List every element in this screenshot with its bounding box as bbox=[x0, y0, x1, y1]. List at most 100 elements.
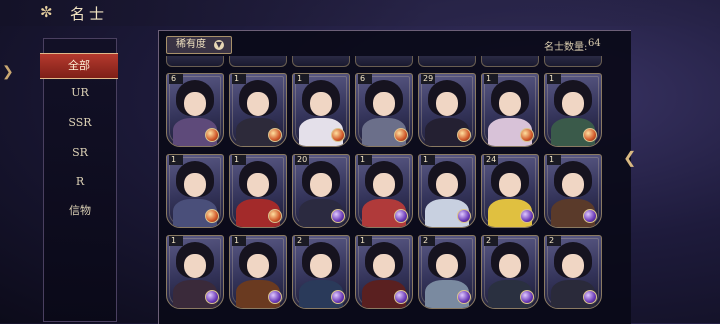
element-orb-icon bbox=[520, 209, 534, 223]
portrait-face bbox=[562, 92, 584, 116]
card-partial bbox=[418, 56, 476, 67]
element-orb-icon bbox=[394, 290, 408, 304]
rarity-filter-dropdown[interactable]: 稀有度 ▼ bbox=[166, 36, 232, 54]
portrait-face bbox=[436, 254, 458, 278]
card-partial bbox=[229, 56, 287, 67]
portrait-face bbox=[184, 254, 206, 278]
portrait-face bbox=[247, 173, 269, 197]
chevron-down-icon: ▼ bbox=[214, 40, 224, 50]
character-card[interactable]: 2 bbox=[544, 235, 602, 309]
count-value: 64 bbox=[588, 38, 601, 49]
portrait-face bbox=[184, 173, 206, 197]
card-level: 1 bbox=[421, 155, 435, 165]
portrait-face bbox=[562, 173, 584, 197]
portrait-face bbox=[562, 254, 584, 278]
card-level: 1 bbox=[232, 74, 246, 84]
character-card[interactable]: 29 bbox=[418, 73, 476, 147]
element-orb-icon bbox=[520, 128, 534, 142]
card-level: 1 bbox=[358, 236, 372, 246]
card-level: 29 bbox=[421, 74, 436, 84]
character-card[interactable]: 2 bbox=[418, 235, 476, 309]
element-orb-icon bbox=[268, 290, 282, 304]
character-card[interactable]: 1 bbox=[355, 235, 413, 309]
character-card[interactable]: 1 bbox=[418, 154, 476, 228]
portrait-face bbox=[247, 92, 269, 116]
card-level: 1 bbox=[169, 236, 183, 246]
character-card[interactable]: 1 bbox=[229, 154, 287, 228]
character-card[interactable]: 1 bbox=[229, 73, 287, 147]
portrait-face bbox=[310, 173, 332, 197]
card-level: 1 bbox=[547, 155, 561, 165]
page-title: 名士 bbox=[70, 5, 109, 23]
element-orb-icon bbox=[331, 290, 345, 304]
count-label: 名士数量: bbox=[544, 42, 588, 53]
element-orb-icon bbox=[268, 128, 282, 142]
element-orb-icon bbox=[205, 290, 219, 304]
element-orb-icon bbox=[268, 209, 282, 223]
filter-label: 稀有度 bbox=[176, 39, 206, 50]
card-level: 2 bbox=[547, 236, 561, 246]
portrait-face bbox=[499, 92, 521, 116]
element-orb-icon bbox=[583, 128, 597, 142]
menu-item-ur[interactable]: UR bbox=[44, 81, 116, 105]
card-level: 1 bbox=[358, 155, 372, 165]
swirl-cloud-icon[interactable]: ✼ bbox=[40, 4, 62, 20]
portrait-face bbox=[247, 254, 269, 278]
character-card[interactable]: 1 bbox=[292, 73, 350, 147]
portrait-face bbox=[499, 254, 521, 278]
portrait-face bbox=[499, 173, 521, 197]
character-card[interactable]: 1 bbox=[229, 235, 287, 309]
menu-item-sr[interactable]: SR bbox=[44, 141, 116, 165]
card-level: 6 bbox=[358, 74, 372, 84]
character-card[interactable]: 20 bbox=[292, 154, 350, 228]
card-level: 2 bbox=[484, 236, 498, 246]
portrait-face bbox=[373, 92, 395, 116]
portrait-face bbox=[184, 92, 206, 116]
portrait-face bbox=[373, 173, 395, 197]
element-orb-icon bbox=[583, 209, 597, 223]
portrait-face bbox=[436, 173, 458, 197]
element-orb-icon bbox=[205, 128, 219, 142]
character-card[interactable]: 6 bbox=[355, 73, 413, 147]
character-card[interactable]: 1 bbox=[544, 154, 602, 228]
collapse-arrow-icon[interactable]: ❮ bbox=[623, 138, 636, 178]
character-card[interactable]: 1 bbox=[481, 73, 539, 147]
card-level: 1 bbox=[484, 74, 498, 84]
menu-item-all[interactable]: 全部 bbox=[40, 53, 118, 79]
character-card[interactable]: 1 bbox=[544, 73, 602, 147]
character-card[interactable]: 1 bbox=[166, 235, 224, 309]
card-partial bbox=[544, 56, 602, 67]
character-card[interactable]: 2 bbox=[481, 235, 539, 309]
card-level: 1 bbox=[232, 236, 246, 246]
portrait-face bbox=[310, 92, 332, 116]
element-orb-icon bbox=[205, 209, 219, 223]
card-partial bbox=[481, 56, 539, 67]
card-level: 1 bbox=[547, 74, 561, 84]
character-card[interactable]: 1 bbox=[166, 154, 224, 228]
card-level: 6 bbox=[169, 74, 183, 84]
menu-item-r[interactable]: R bbox=[44, 170, 116, 194]
character-card[interactable]: 1 bbox=[355, 154, 413, 228]
card-partial bbox=[292, 56, 350, 67]
element-orb-icon bbox=[457, 128, 471, 142]
element-orb-icon bbox=[394, 128, 408, 142]
menu-item-token[interactable]: 信物 bbox=[44, 199, 116, 223]
character-card[interactable]: 24 bbox=[481, 154, 539, 228]
card-level: 24 bbox=[484, 155, 499, 165]
menu-item-ssr[interactable]: SSR bbox=[44, 111, 116, 135]
card-level: 1 bbox=[295, 74, 309, 84]
back-arrow-icon[interactable]: ❯ bbox=[2, 64, 14, 84]
portrait-face bbox=[436, 92, 458, 116]
card-level: 2 bbox=[295, 236, 309, 246]
character-card[interactable]: 2 bbox=[292, 235, 350, 309]
card-level: 1 bbox=[169, 155, 183, 165]
portrait-face bbox=[373, 254, 395, 278]
character-card[interactable]: 6 bbox=[166, 73, 224, 147]
card-level: 2 bbox=[421, 236, 435, 246]
element-orb-icon bbox=[520, 290, 534, 304]
element-orb-icon bbox=[394, 209, 408, 223]
card-partial bbox=[355, 56, 413, 67]
element-orb-icon bbox=[457, 209, 471, 223]
element-orb-icon bbox=[331, 128, 345, 142]
title-bar: ✼ 名士 bbox=[0, 0, 720, 26]
